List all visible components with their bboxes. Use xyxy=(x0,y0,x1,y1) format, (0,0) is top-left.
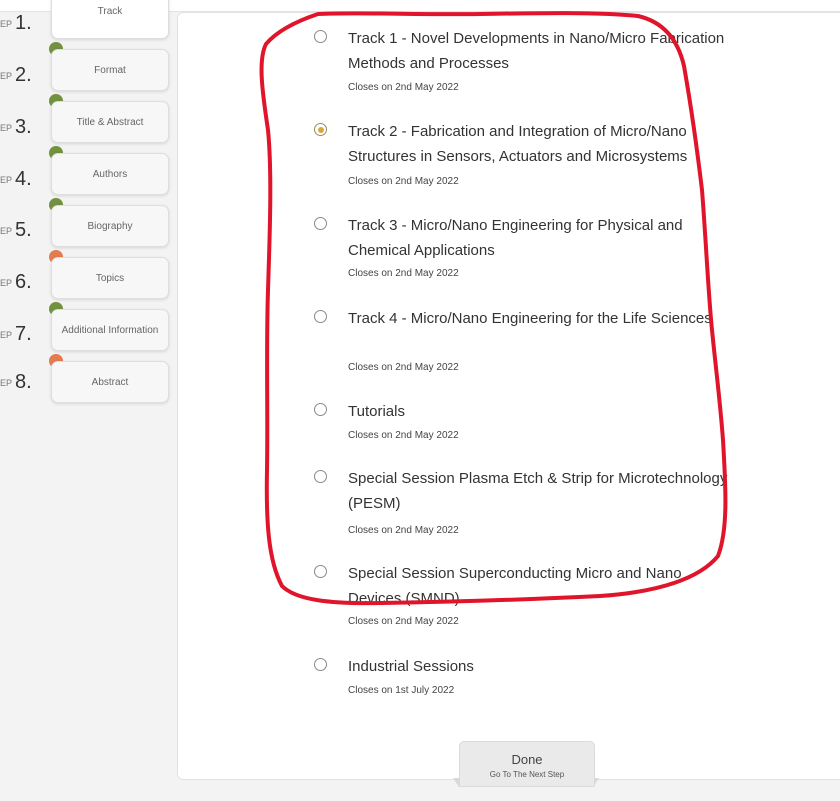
track-closing-date: Closes on 2nd May 2022 xyxy=(348,430,459,441)
track-closing-date: Closes on 2nd May 2022 xyxy=(348,176,459,187)
radio-button[interactable] xyxy=(314,565,327,578)
step-label: Biography xyxy=(87,220,133,232)
step-label: Title & Abstract xyxy=(76,116,144,128)
step-number-3: EP 3. xyxy=(0,116,32,138)
step-tab-additional-information[interactable]: Additional Information xyxy=(51,309,169,351)
step-label: Abstract xyxy=(91,377,129,388)
step-tab-abstract[interactable]: Abstract xyxy=(51,361,169,403)
radio-button-selected[interactable] xyxy=(314,123,327,136)
track-title: Track 3 - Micro/Nano Engineering for Phy… xyxy=(348,217,683,259)
step-number-4: EP 4. xyxy=(0,168,32,190)
step-tab-authors[interactable]: Authors xyxy=(51,153,169,195)
step-label: Track xyxy=(97,6,123,17)
track-closing-date: Closes on 2nd May 2022 xyxy=(348,362,459,373)
track-closing-date: Closes on 2nd May 2022 xyxy=(348,82,459,93)
radio-button[interactable] xyxy=(314,30,327,43)
step-label: Additional Information xyxy=(61,324,159,336)
step-number-1: EP 1. xyxy=(0,12,32,34)
done-button[interactable]: Done Go To The Next Step xyxy=(459,741,595,787)
radio-button[interactable] xyxy=(314,470,327,483)
step-number-6: EP 6. xyxy=(0,271,32,293)
step-label: Authors xyxy=(92,168,128,180)
step-number-5: EP 5. xyxy=(0,219,32,241)
step-label: Format xyxy=(94,64,126,76)
track-title: Tutorials xyxy=(348,403,405,420)
radio-button[interactable] xyxy=(314,658,327,671)
radio-button[interactable] xyxy=(314,403,327,416)
step-sidebar: EP 1. Track EP 2. Format EP 3. Title & Abst… xyxy=(0,0,178,801)
track-closing-date: Closes on 1st July 2022 xyxy=(348,685,455,696)
track-title: Industrial Sessions xyxy=(348,658,474,675)
track-closing-date: Closes on 2nd May 2022 xyxy=(348,268,459,279)
track-title: Special Session Superconducting Micro an… xyxy=(348,565,682,607)
step-tab-biography[interactable]: Biography xyxy=(51,205,169,247)
track-title: Track 4 - Micro/Nano Engineering for the… xyxy=(348,310,712,327)
radio-button[interactable] xyxy=(314,310,327,323)
done-sublabel: Go To The Next Step xyxy=(489,770,565,779)
step-number-2: EP 2. xyxy=(0,64,32,86)
step-tab-format[interactable]: Format xyxy=(51,49,169,91)
step-tab-track[interactable]: Track xyxy=(51,0,169,39)
done-label: Done xyxy=(511,752,543,767)
step-tab-title-abstract[interactable]: Title & Abstract xyxy=(51,101,169,143)
step-tab-topics[interactable]: Topics xyxy=(51,257,169,299)
track-title: Track 1 - Novel Developments in Nano/Mic… xyxy=(348,30,725,72)
track-closing-date: Closes on 2nd May 2022 xyxy=(348,525,459,536)
radio-button[interactable] xyxy=(314,217,327,230)
track-closing-date: Closes on 2nd May 2022 xyxy=(348,616,459,627)
track-title: Special Session Plasma Etch & Strip for … xyxy=(348,470,728,512)
track-title: Track 2 - Fabrication and Integration of… xyxy=(348,123,688,165)
step-number-8: EP 8. xyxy=(0,371,32,393)
step-label: Topics xyxy=(95,272,125,284)
step-number-7: EP 7. xyxy=(0,323,32,345)
